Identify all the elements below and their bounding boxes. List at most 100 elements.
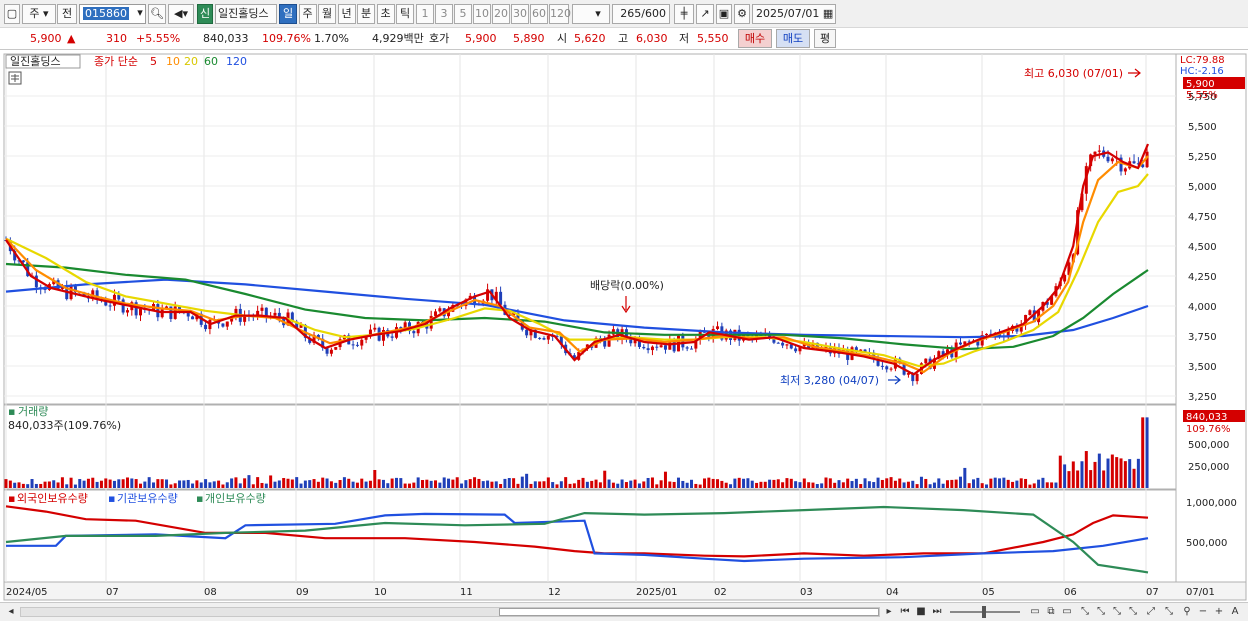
scroll-right-icon[interactable]: ▸ bbox=[882, 605, 896, 619]
interval-tab-20[interactable]: 20 bbox=[492, 4, 510, 24]
chevron-down-icon[interactable]: ▾ bbox=[134, 4, 146, 24]
volume-bar bbox=[915, 484, 919, 488]
stock-chart[interactable]: 5,7505,5005,2505,0004,7504,5004,2504,000… bbox=[0, 52, 1248, 602]
prev-button[interactable]: 전 bbox=[57, 4, 77, 24]
type-dropdown[interactable]: 주 ▾ bbox=[22, 4, 56, 24]
eval-button[interactable]: 평 bbox=[814, 29, 836, 48]
speaker-icon[interactable]: ◀▾ bbox=[168, 4, 194, 24]
draw-tool-icon-2[interactable]: ⤡ bbox=[1094, 605, 1108, 619]
volume-bar bbox=[212, 481, 216, 488]
candle-body bbox=[794, 348, 798, 352]
draw-tool-icon-4[interactable]: ⤡ bbox=[1126, 605, 1140, 619]
gear-icon[interactable]: ⚙ bbox=[734, 4, 750, 24]
candle-body bbox=[1123, 168, 1127, 172]
price-ytick-6: 4,250 bbox=[1188, 272, 1217, 283]
candle-body bbox=[125, 310, 129, 313]
volume-bar bbox=[112, 480, 116, 488]
zoom-out-icon[interactable]: − bbox=[1196, 605, 1210, 619]
volume-bar bbox=[720, 480, 724, 488]
scroll-left-icon[interactable]: ◂ bbox=[4, 605, 18, 619]
chart-area[interactable]: 5,750 5,500 5,250 5,000 4,750 4,500 4,250 4,000… bbox=[0, 52, 1248, 602]
volume-bar bbox=[34, 483, 38, 488]
window-icon[interactable]: ▢ bbox=[4, 4, 20, 24]
period-tab-2[interactable]: 월 bbox=[318, 4, 336, 24]
volume-bar bbox=[1063, 464, 1067, 488]
interval-tab-3[interactable]: 3 bbox=[435, 4, 453, 24]
interval-tab-60[interactable]: 60 bbox=[530, 4, 548, 24]
volume-bar bbox=[794, 481, 798, 488]
volume-bar bbox=[724, 482, 728, 488]
volume-bar bbox=[885, 478, 889, 488]
date-field[interactable]: 2025/07/01 ▦ bbox=[752, 4, 836, 24]
draw-tool-icon-3[interactable]: ⤡ bbox=[1110, 605, 1124, 619]
volume-bar bbox=[581, 477, 585, 488]
layout-icon-2[interactable]: ⧉ bbox=[1044, 605, 1058, 619]
volume-bar bbox=[937, 478, 941, 488]
period-tab-0[interactable]: 일 bbox=[279, 4, 297, 24]
interval-tab-30[interactable]: 30 bbox=[511, 4, 529, 24]
candle-icon[interactable]: ╪ bbox=[674, 4, 694, 24]
stop-icon[interactable]: ■ bbox=[914, 605, 928, 619]
volume-bar bbox=[303, 480, 307, 488]
period-tab-5[interactable]: 초 bbox=[376, 4, 395, 24]
period-tab-1[interactable]: 주 bbox=[298, 4, 317, 24]
draw-tool-icon-5[interactable]: ⤢ bbox=[1144, 605, 1158, 619]
volume-bar bbox=[759, 481, 763, 488]
new-button[interactable]: 신 bbox=[197, 4, 213, 24]
period-tab-6[interactable]: 틱 bbox=[396, 4, 414, 24]
volume-bar bbox=[642, 481, 646, 488]
interval-dropdown[interactable]: ▾ bbox=[572, 4, 610, 24]
volume-bar bbox=[980, 483, 984, 488]
candle-body bbox=[351, 344, 355, 346]
draw-tool-icon-6[interactable]: ⤡ bbox=[1162, 605, 1176, 619]
chart-scrollbar[interactable]: ◂ ▸ ⏮ ■ ⏭ ▭ ⧉ ▭ ⤡ ⤡ ⤡ ⤡ ⤢ ⤡ ⚲ − + A bbox=[0, 602, 1248, 621]
high-annotation: 최고 6,030 (07/01) bbox=[1024, 67, 1123, 80]
volume-bar bbox=[421, 480, 425, 488]
volume-bar bbox=[1067, 471, 1071, 488]
zoom-slider-handle[interactable] bbox=[982, 606, 986, 618]
volume-bar bbox=[768, 479, 772, 488]
x-label-7: 2025/01 bbox=[636, 587, 678, 598]
scroll-track[interactable] bbox=[20, 607, 880, 617]
layout-icon-3[interactable]: ▭ bbox=[1060, 605, 1074, 619]
buy-button[interactable]: 매수 bbox=[738, 29, 772, 48]
zoom-in-icon[interactable]: + bbox=[1212, 605, 1226, 619]
volume-bar bbox=[837, 480, 841, 488]
candle-body bbox=[221, 323, 225, 327]
volume-bar bbox=[555, 484, 559, 488]
x-label-10: 04 bbox=[886, 587, 899, 598]
auto-scale-icon[interactable]: A bbox=[1228, 605, 1242, 619]
scroll-thumb[interactable] bbox=[499, 608, 879, 616]
volume-bar bbox=[152, 482, 156, 488]
volume-bar bbox=[342, 477, 346, 488]
count-field[interactable]: 265/600 bbox=[612, 4, 670, 24]
volume-bar bbox=[1084, 451, 1088, 488]
stock-name: 일진홀딩스 bbox=[215, 4, 277, 24]
interval-tab-5[interactable]: 5 bbox=[454, 4, 472, 24]
volume-bar bbox=[594, 479, 598, 488]
candle-body bbox=[1028, 310, 1032, 315]
interval-tab-120[interactable]: 120 bbox=[549, 4, 571, 24]
first-page-icon[interactable]: ⏮ bbox=[898, 605, 912, 619]
volume-bar bbox=[1019, 478, 1023, 488]
zoom-search-icon[interactable]: ⚲ bbox=[1180, 605, 1194, 619]
volume-bar bbox=[833, 482, 837, 488]
layout-icon-1[interactable]: ▭ bbox=[1028, 605, 1042, 619]
interval-tab-1[interactable]: 1 bbox=[416, 4, 434, 24]
draw-tool-icon-1[interactable]: ⤡ bbox=[1078, 605, 1092, 619]
last-page-icon[interactable]: ⏭ bbox=[930, 605, 944, 619]
interval-tab-10[interactable]: 10 bbox=[473, 4, 491, 24]
volume-bullet-icon: ▪ bbox=[8, 405, 15, 418]
volume-bar bbox=[546, 477, 550, 488]
candle-body bbox=[434, 311, 438, 316]
sell-button[interactable]: 매도 bbox=[776, 29, 810, 48]
period-tab-4[interactable]: 분 bbox=[357, 4, 375, 24]
volume-bar bbox=[672, 481, 676, 488]
search-icon[interactable]: 🔍︎ bbox=[148, 4, 166, 24]
volume-bar bbox=[260, 482, 264, 488]
line-tool-icon[interactable]: ↗ bbox=[696, 4, 714, 24]
volume-bar bbox=[86, 478, 90, 488]
save-icon[interactable]: ▣ bbox=[716, 4, 732, 24]
candle-body bbox=[781, 342, 785, 346]
period-tab-3[interactable]: 년 bbox=[337, 4, 356, 24]
